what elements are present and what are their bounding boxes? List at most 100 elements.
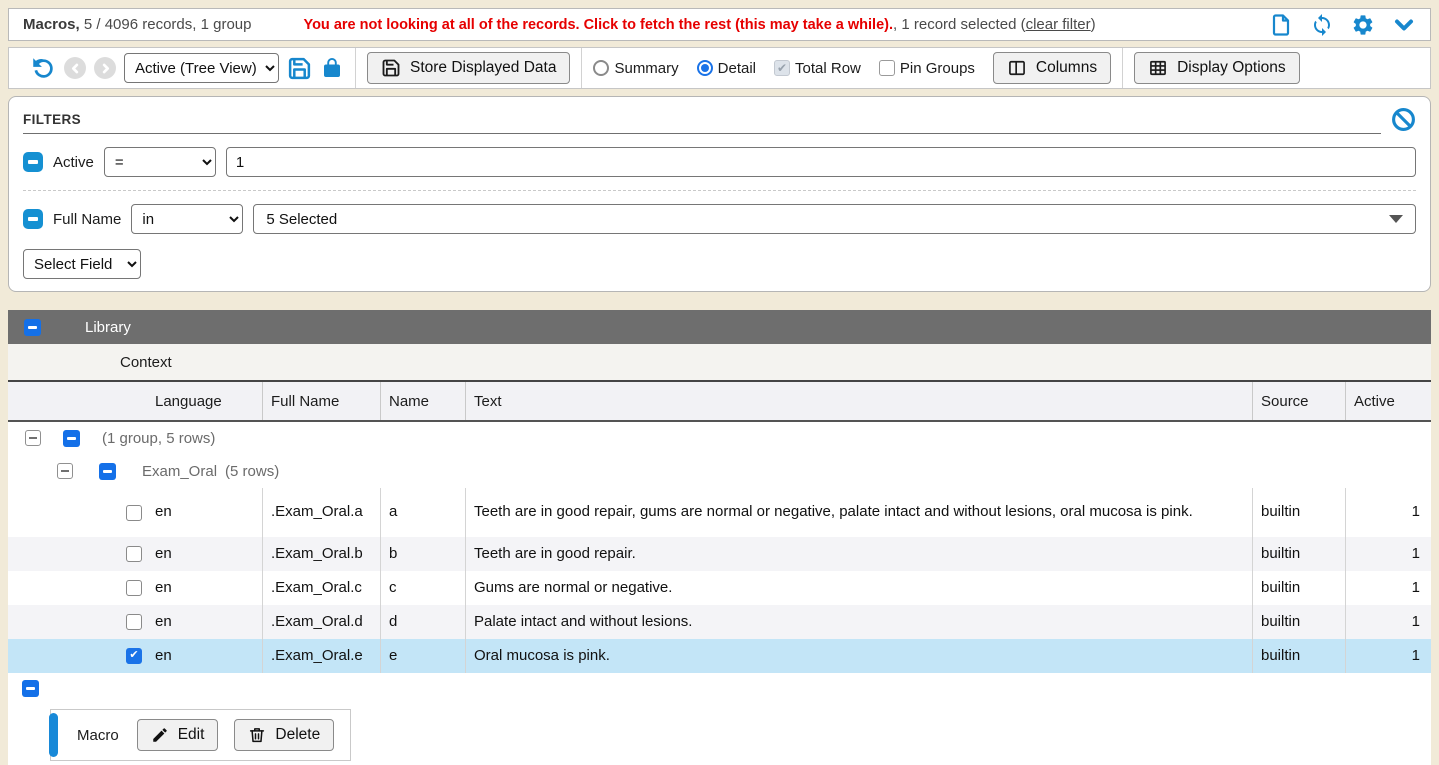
filter-operator-select[interactable]: = bbox=[104, 147, 216, 177]
lock-icon[interactable] bbox=[320, 56, 344, 80]
library-label: Library bbox=[85, 319, 131, 336]
column-header-name[interactable]: Name bbox=[380, 382, 465, 420]
column-header-text[interactable]: Text bbox=[465, 382, 1252, 420]
collapse-group-icon[interactable] bbox=[57, 463, 73, 479]
filter-value-input[interactable] bbox=[226, 147, 1416, 177]
records-table: Library Context Language Full Name Name … bbox=[8, 310, 1431, 765]
active-value: 1 bbox=[1345, 605, 1431, 639]
records-warning: You are not looking at all of the record… bbox=[303, 16, 1095, 33]
summary-label: Summary bbox=[614, 60, 678, 77]
text-value: Palate intact and without lesions. bbox=[465, 605, 1252, 639]
display-options-button[interactable]: Display Options bbox=[1134, 52, 1300, 84]
total-row-checkbox-pair[interactable]: ✔ Total Row bbox=[774, 60, 867, 77]
full-name-value: .Exam_Oral.e bbox=[262, 639, 380, 673]
total-row-label: Total Row bbox=[795, 60, 861, 77]
pin-groups-checkbox-pair[interactable]: Pin Groups bbox=[879, 60, 981, 77]
select-field-dropdown[interactable]: Select Field bbox=[23, 249, 141, 279]
display-options-label: Display Options bbox=[1177, 59, 1286, 77]
dropdown-triangle-icon bbox=[1389, 215, 1403, 223]
group-row-root: (1 group, 5 rows) bbox=[8, 422, 1431, 454]
source-value: builtin bbox=[1252, 488, 1345, 537]
delete-button[interactable]: Delete bbox=[234, 719, 334, 751]
group-toggle-icon[interactable] bbox=[63, 430, 80, 447]
language-value: en bbox=[155, 613, 172, 632]
save-view-icon[interactable] bbox=[287, 56, 312, 81]
table-row[interactable]: en .Exam_Oral.d d Palate intact and with… bbox=[8, 605, 1431, 639]
page-title-name: Macros, bbox=[23, 16, 80, 33]
detail-radio[interactable] bbox=[697, 60, 713, 76]
columns-icon bbox=[1007, 58, 1027, 78]
column-header-active[interactable]: Active bbox=[1345, 382, 1431, 420]
group-count-label: (5 rows) bbox=[225, 463, 279, 480]
filter-operator-select[interactable]: in bbox=[131, 204, 243, 234]
collapse-group-icon[interactable] bbox=[25, 430, 41, 446]
active-value: 1 bbox=[1345, 488, 1431, 537]
page-title: Macros, 5 / 4096 records, 1 group bbox=[23, 16, 251, 33]
text-value: Gums are normal or negative. bbox=[465, 571, 1252, 605]
new-page-icon[interactable] bbox=[1269, 13, 1293, 37]
full-name-value: .Exam_Oral.d bbox=[262, 605, 380, 639]
row-checkbox[interactable] bbox=[126, 505, 142, 521]
remove-filter-icon[interactable] bbox=[23, 209, 43, 229]
display-mode-group: Summary Detail ✔ Total Row Pin Groups Co… bbox=[582, 52, 1122, 84]
summary-radio[interactable] bbox=[593, 60, 609, 76]
column-header-full-name[interactable]: Full Name bbox=[262, 382, 380, 420]
selected-record-info: , 1 record selected (clear filter) bbox=[893, 16, 1096, 33]
full-name-value: .Exam_Oral.a bbox=[262, 488, 380, 537]
language-value: en bbox=[155, 503, 172, 522]
name-value: c bbox=[380, 571, 465, 605]
undo-icon[interactable] bbox=[30, 55, 56, 81]
chevron-down-icon[interactable] bbox=[1392, 13, 1416, 37]
multiselect-value: 5 Selected bbox=[266, 211, 337, 228]
row-checkbox[interactable] bbox=[126, 580, 142, 596]
table-row-selected[interactable]: ✔en .Exam_Oral.e e Oral mucosa is pink. … bbox=[8, 639, 1431, 673]
column-header-language[interactable]: Language bbox=[8, 382, 262, 420]
refresh-icon[interactable] bbox=[1310, 13, 1334, 37]
active-value: 1 bbox=[1345, 537, 1431, 571]
filter-row-full-name: Full Name in 5 Selected bbox=[23, 204, 1416, 234]
filter-multiselect[interactable]: 5 Selected bbox=[253, 204, 1416, 234]
filters-panel: FILTERS Active = Full Name in 5 Selected… bbox=[8, 96, 1431, 292]
table-row[interactable]: en .Exam_Oral.c c Gums are normal or neg… bbox=[8, 571, 1431, 605]
row-checkbox[interactable] bbox=[126, 546, 142, 562]
view-select[interactable]: Active (Tree View) bbox=[124, 53, 279, 83]
filters-heading: FILTERS bbox=[23, 112, 1381, 134]
group-toggle-icon[interactable] bbox=[99, 463, 116, 480]
nav-forward-icon[interactable] bbox=[94, 57, 116, 79]
detail-radio-pair[interactable]: Detail bbox=[697, 60, 762, 77]
nav-back-icon[interactable] bbox=[64, 57, 86, 79]
table-row[interactable]: en .Exam_Oral.a a Teeth are in good repa… bbox=[8, 488, 1431, 537]
total-row-checkbox[interactable]: ✔ bbox=[774, 60, 790, 76]
columns-button[interactable]: Columns bbox=[993, 52, 1111, 84]
clear-filters-icon[interactable] bbox=[1391, 107, 1416, 134]
fetch-rest-warning[interactable]: You are not looking at all of the record… bbox=[303, 17, 893, 33]
context-label: Context bbox=[120, 354, 172, 371]
detail-toggle-icon[interactable] bbox=[22, 680, 39, 697]
row-checkbox[interactable] bbox=[126, 614, 142, 630]
remove-filter-icon[interactable] bbox=[23, 152, 43, 172]
name-value: d bbox=[380, 605, 465, 639]
table-row[interactable]: en .Exam_Oral.b b Teeth are in good repa… bbox=[8, 537, 1431, 571]
summary-radio-pair[interactable]: Summary bbox=[593, 60, 684, 77]
grid-icon bbox=[1148, 58, 1168, 78]
full-name-value: .Exam_Oral.c bbox=[262, 571, 380, 605]
gear-icon[interactable] bbox=[1351, 13, 1375, 37]
floppy-icon bbox=[381, 58, 401, 78]
filter-row-active: Active = bbox=[23, 147, 1416, 177]
trash-icon bbox=[248, 726, 266, 744]
pin-groups-checkbox[interactable] bbox=[879, 60, 895, 76]
row-checkbox-checked[interactable]: ✔ bbox=[126, 648, 142, 664]
toolbar: Active (Tree View) Store Displayed Data … bbox=[8, 47, 1431, 89]
group-name-label: Exam_Oral bbox=[142, 463, 217, 480]
column-header-source[interactable]: Source bbox=[1252, 382, 1345, 420]
edit-button[interactable]: Edit bbox=[137, 719, 219, 751]
clear-filter-link[interactable]: clear filter bbox=[1026, 16, 1091, 33]
collapse-library-icon[interactable] bbox=[24, 319, 41, 336]
filter-field-label: Active bbox=[53, 154, 94, 171]
source-value: builtin bbox=[1252, 605, 1345, 639]
filter-field-label: Full Name bbox=[53, 211, 121, 228]
name-value: b bbox=[380, 537, 465, 571]
store-displayed-data-button[interactable]: Store Displayed Data bbox=[367, 52, 570, 84]
filter-divider bbox=[23, 190, 1416, 191]
source-value: builtin bbox=[1252, 639, 1345, 673]
